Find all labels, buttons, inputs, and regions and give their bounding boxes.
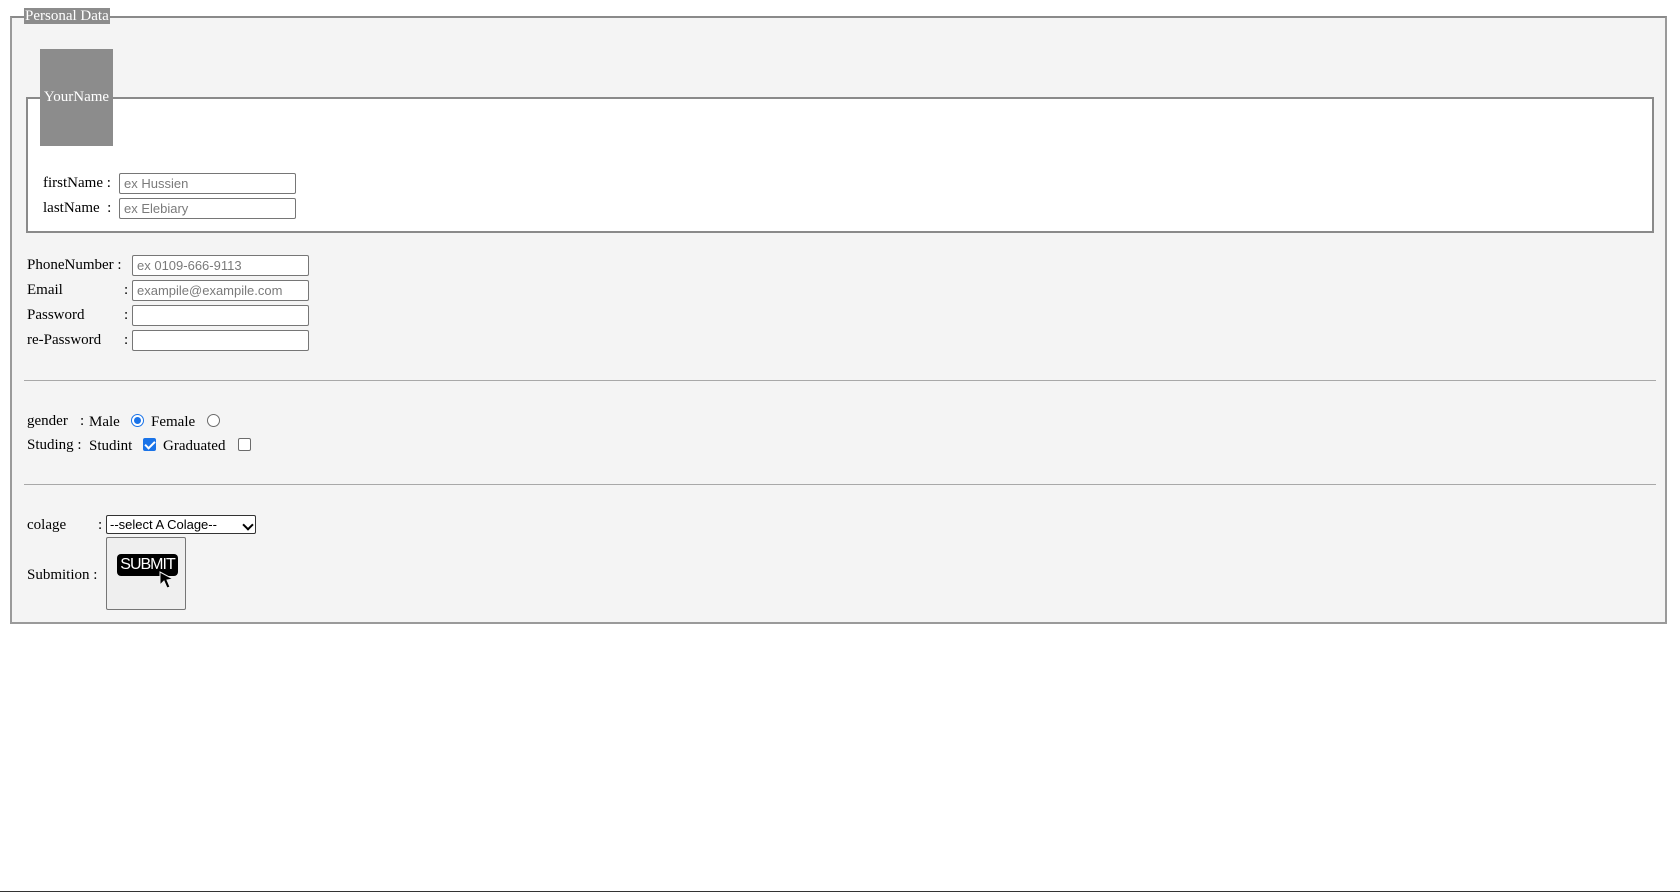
last-name-label: lastName : [43, 200, 112, 216]
gender-label: gender [27, 413, 68, 429]
colage-colon: : [98, 517, 103, 533]
your-name-legend: YourName [40, 49, 113, 146]
divider [24, 380, 1656, 381]
colage-select[interactable]: --select A Colage-- [106, 515, 256, 534]
password-input[interactable] [132, 305, 309, 326]
first-name-input[interactable] [119, 173, 296, 194]
email-colon: : [124, 282, 129, 298]
submit-button[interactable]: SUBMIT [106, 537, 186, 610]
colage-select-value: --select A Colage-- [110, 517, 217, 532]
graduated-label: Graduated [163, 438, 226, 454]
studint-checkbox[interactable] [143, 438, 156, 451]
female-label: Female [151, 414, 196, 430]
first-name-label: firstName : [43, 175, 111, 191]
repassword-colon: : [124, 332, 129, 348]
colage-label: colage [27, 517, 67, 533]
repassword-label: re-Password [27, 332, 102, 348]
female-radio[interactable] [207, 414, 220, 427]
page-bottom-border [0, 891, 1680, 892]
studint-label: Studint [89, 438, 133, 454]
personal-data-legend: Personal Data [24, 8, 110, 24]
repassword-input[interactable] [132, 330, 309, 351]
male-label: Male [89, 414, 120, 430]
cursor-arrow-icon [159, 571, 175, 589]
password-colon: : [124, 307, 129, 323]
phone-label: PhoneNumber : [27, 257, 122, 273]
gender-colon: : [80, 413, 85, 429]
last-name-input[interactable] [119, 198, 296, 219]
phone-input[interactable] [132, 255, 309, 276]
divider [24, 484, 1656, 485]
submition-label: Submition : [27, 567, 98, 583]
male-radio[interactable] [131, 414, 144, 427]
studing-label: Studing : [27, 437, 82, 453]
email-input[interactable] [132, 280, 309, 301]
graduated-checkbox[interactable] [238, 438, 251, 451]
email-label: Email [27, 282, 63, 298]
password-label: Password [27, 307, 85, 323]
chevron-down-icon [242, 519, 254, 531]
